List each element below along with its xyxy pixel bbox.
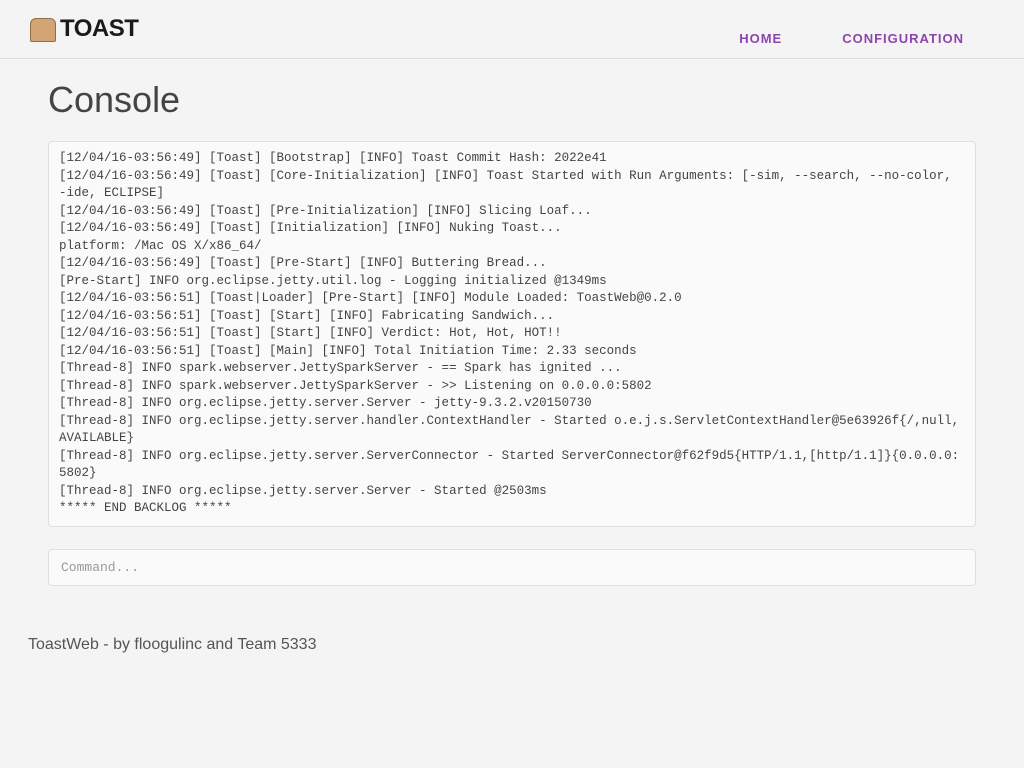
nav: HOME CONFIGURATION	[739, 31, 994, 46]
main: Console [12/04/16-03:56:49] [Toast] [Boo…	[0, 59, 1024, 606]
console-output: [12/04/16-03:56:49] [Toast] [Bootstrap] …	[48, 141, 976, 527]
footer-text: ToastWeb - by floogulinc and Team 5333	[28, 636, 316, 653]
header: TOAST HOME CONFIGURATION	[0, 0, 1024, 59]
nav-home[interactable]: HOME	[739, 31, 782, 46]
page-title: Console	[48, 79, 976, 121]
command-input[interactable]	[48, 549, 976, 586]
footer: ToastWeb - by floogulinc and Team 5333	[0, 606, 1024, 684]
nav-configuration[interactable]: CONFIGURATION	[842, 31, 964, 46]
toast-icon	[30, 18, 54, 40]
brand-text: TOAST	[60, 15, 138, 43]
logo[interactable]: TOAST	[30, 15, 138, 43]
